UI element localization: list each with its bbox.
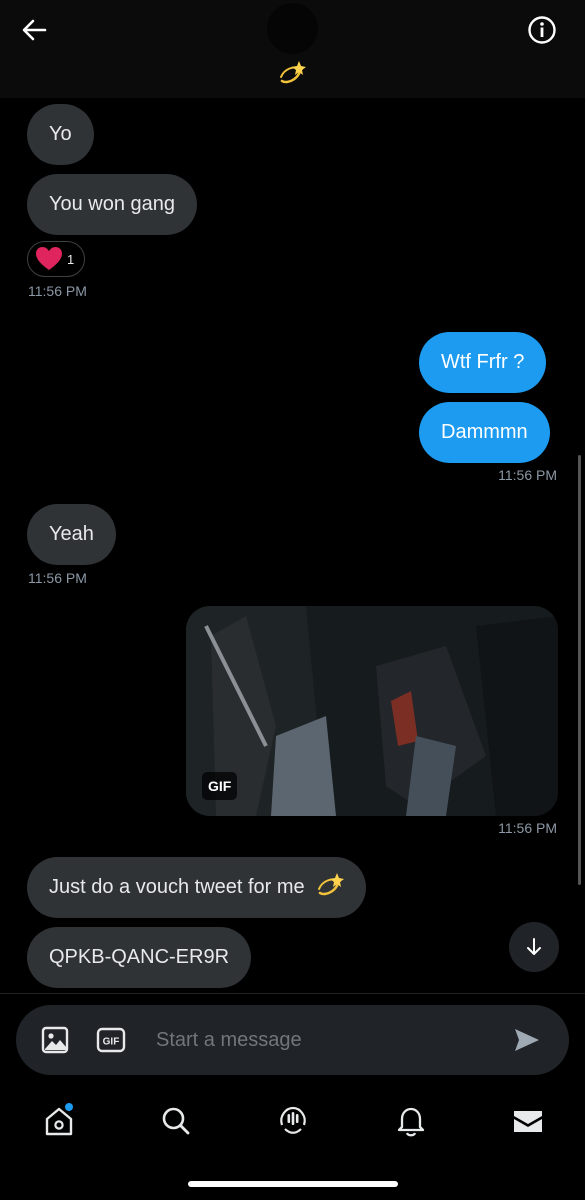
timestamp: 11:56 PM (498, 820, 557, 836)
message-bubble-received[interactable]: You won gang (27, 174, 198, 235)
message-text: Just do a vouch tweet for me (49, 876, 305, 898)
message-bubble-received[interactable]: Yo (27, 104, 94, 165)
scroll-to-bottom-button[interactable] (509, 922, 559, 972)
home-indicator[interactable] (188, 1181, 398, 1187)
back-button[interactable] (16, 12, 52, 48)
message-bubble-received[interactable]: QPKB-QANC-ER9R (27, 927, 252, 988)
nav-spaces[interactable] (273, 1101, 313, 1141)
add-gif-button[interactable]: GIF (96, 1025, 126, 1055)
info-button[interactable] (524, 12, 560, 48)
arrow-down-icon (527, 938, 541, 955)
send-icon (515, 1029, 539, 1051)
reaction-badge[interactable]: 1 (27, 241, 85, 277)
search-icon (162, 1107, 190, 1135)
conversation-header (0, 0, 585, 98)
mail-icon (514, 1111, 542, 1132)
gif-icon: GIF (96, 1027, 126, 1053)
info-icon (528, 16, 556, 44)
notification-dot (65, 1103, 73, 1111)
send-button[interactable] (512, 1025, 542, 1055)
message-bubble-received[interactable]: Just do a vouch tweet for me (27, 857, 367, 918)
bell-icon (397, 1107, 425, 1137)
gif-thumbnail (186, 606, 558, 816)
message-bubble-received[interactable]: Yeah (27, 504, 116, 565)
scrollbar[interactable] (578, 455, 581, 885)
arrow-left-icon (22, 19, 47, 41)
gif-message[interactable]: GIF (186, 606, 558, 816)
nav-search[interactable] (156, 1101, 196, 1141)
message-input[interactable] (156, 1015, 496, 1065)
timestamp: 11:56 PM (28, 283, 87, 299)
dizzy-emoji (318, 873, 345, 896)
gif-badge: GIF (202, 772, 238, 800)
timestamp: 11:56 PM (498, 467, 557, 483)
reaction-count: 1 (67, 251, 75, 267)
bottom-navigation (0, 1085, 585, 1160)
timestamp: 11:56 PM (28, 570, 87, 586)
nav-messages[interactable] (508, 1101, 548, 1141)
message-bubble-sent[interactable]: Wtf Frfr ? (419, 332, 547, 393)
image-icon (41, 1026, 69, 1054)
nav-home[interactable] (39, 1101, 79, 1141)
spaces-icon (280, 1106, 306, 1134)
gif-icon-label: GIF (103, 1037, 120, 1048)
divider (0, 993, 585, 994)
heart-icon (36, 247, 62, 270)
message-bubble-sent[interactable]: Dammmn (419, 402, 550, 463)
message-composer: GIF (16, 1005, 569, 1075)
avatar[interactable] (267, 3, 318, 54)
add-photo-button[interactable] (40, 1025, 70, 1055)
dizzy-emoji[interactable] (277, 58, 307, 88)
nav-notifications[interactable] (391, 1101, 431, 1141)
